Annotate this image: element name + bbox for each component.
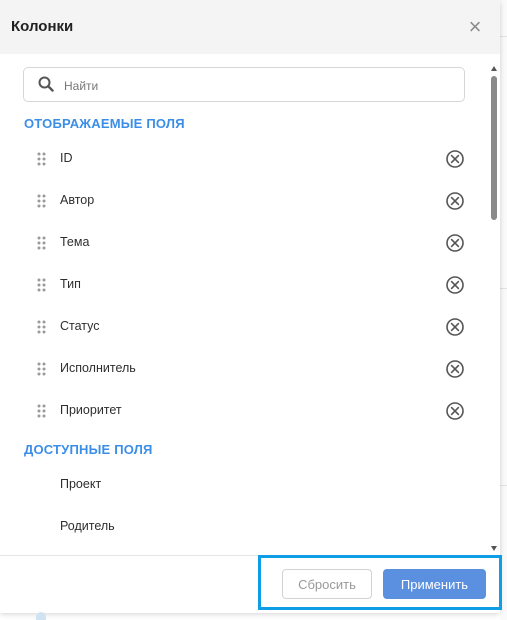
displayed-field-row[interactable]: Статус <box>0 312 490 342</box>
displayed-field-row[interactable]: Автор <box>0 186 490 216</box>
displayed-field-row[interactable]: Тип <box>0 270 490 300</box>
field-label: Проект <box>60 477 102 491</box>
close-icon: × <box>468 14 482 39</box>
close-button[interactable]: × <box>465 14 485 39</box>
remove-field-icon[interactable] <box>445 149 465 169</box>
displayed-field-row[interactable]: ID <box>0 144 490 174</box>
remove-field-icon[interactable] <box>445 401 465 421</box>
drag-handle-icon[interactable] <box>37 362 46 376</box>
displayed-field-row[interactable]: Исполнитель <box>0 354 490 384</box>
columns-dialog: Колонки × ОТОБРАЖАЕМЫЕ ПОЛЯ ID Автор Тема Т… <box>0 0 500 613</box>
drag-handle-icon[interactable] <box>37 320 46 334</box>
background-divider <box>500 485 507 486</box>
apply-button[interactable]: Применить <box>383 569 486 599</box>
remove-field-icon[interactable] <box>445 275 465 295</box>
remove-field-icon[interactable] <box>445 317 465 337</box>
drag-handle-icon[interactable] <box>37 404 46 418</box>
search-field[interactable] <box>23 67 465 103</box>
drag-handle-icon[interactable] <box>37 152 46 166</box>
displayed-fields-heading: ОТОБРАЖАЕМЫЕ ПОЛЯ <box>24 116 185 131</box>
field-label: Автор <box>60 193 95 207</box>
available-fields-heading: ДОСТУПНЫЕ ПОЛЯ <box>24 442 153 457</box>
field-label: Статус <box>60 319 100 333</box>
field-label: Тип <box>60 277 81 291</box>
scroll-down-arrow-icon[interactable] <box>491 546 497 551</box>
dialog-footer: Сбросить Применить <box>0 555 500 613</box>
scrollbar-thumb[interactable] <box>491 76 497 220</box>
background-divider <box>500 288 507 289</box>
reset-button[interactable]: Сбросить <box>282 569 372 599</box>
background-badge <box>36 612 46 620</box>
drag-handle-icon[interactable] <box>37 236 46 250</box>
background-page <box>500 0 507 620</box>
available-field-row[interactable]: Проект <box>0 470 490 500</box>
drag-handle-icon[interactable] <box>37 278 46 292</box>
remove-field-icon[interactable] <box>445 233 465 253</box>
remove-field-icon[interactable] <box>445 191 465 211</box>
field-label: Приоритет <box>60 403 122 417</box>
field-label: ID <box>60 151 73 165</box>
scroll-up-arrow-icon[interactable] <box>491 66 497 71</box>
field-label: Родитель <box>60 519 115 533</box>
drag-handle-icon[interactable] <box>37 194 46 208</box>
dialog-header: Колонки × <box>0 0 500 54</box>
available-field-row[interactable]: Родитель <box>0 512 490 542</box>
dialog-body[interactable]: ОТОБРАЖАЕМЫЕ ПОЛЯ ID Автор Тема Тип Статус Ис… <box>0 54 500 554</box>
field-label: Исполнитель <box>60 361 136 375</box>
background-divider <box>500 36 507 37</box>
displayed-field-row[interactable]: Тема <box>0 228 490 258</box>
dialog-title: Колонки <box>11 18 74 35</box>
search-input[interactable] <box>62 68 461 103</box>
displayed-field-row[interactable]: Приоритет <box>0 396 490 426</box>
remove-field-icon[interactable] <box>445 359 465 379</box>
field-label: Тема <box>60 235 90 249</box>
search-icon <box>38 76 54 92</box>
